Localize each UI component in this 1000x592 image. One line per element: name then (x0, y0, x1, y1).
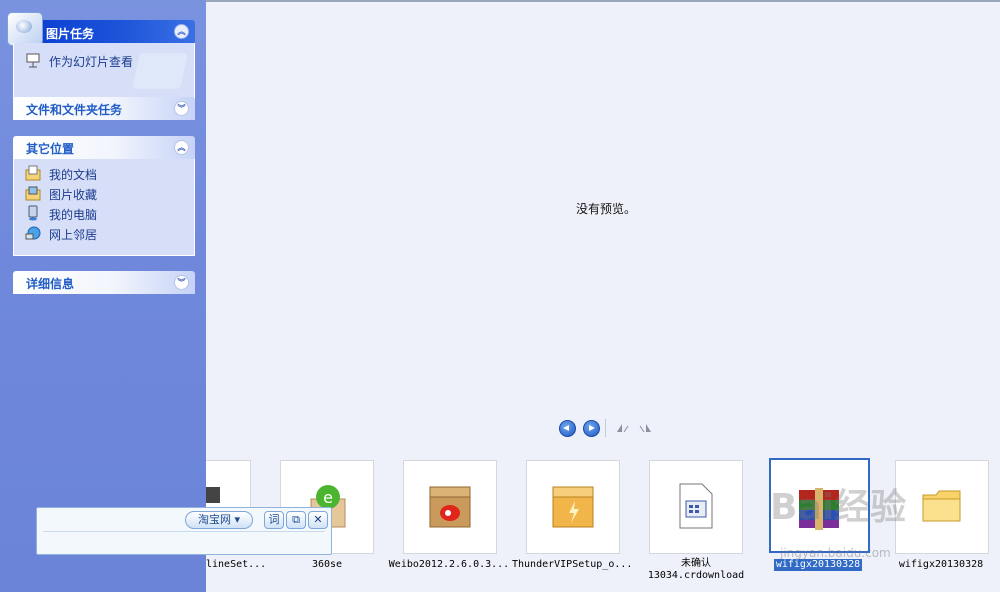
slideshow-icon (25, 52, 41, 68)
close-icon[interactable]: ✕ (308, 511, 328, 529)
thumbnail-3[interactable] (403, 460, 497, 554)
place-network[interactable]: 网上邻居 (14, 223, 194, 243)
floating-toolbar: 淘宝网 ▾ 词 ⧉ ✕ (36, 507, 332, 555)
place-label: 网上邻居 (49, 228, 98, 242)
place-label: 我的电脑 (49, 208, 98, 222)
taobao-dropdown[interactable]: 淘宝网 ▾ (185, 511, 253, 529)
thumbnail-caption[interactable]: Weibo2012.2.6.0.3... (388, 559, 510, 571)
my-documents-icon (25, 165, 41, 181)
details-header[interactable]: 详细信息 ︾ (13, 271, 195, 294)
dropdown-label: 淘宝网 (197, 513, 231, 526)
chevron-down-icon[interactable]: ︾ (174, 275, 189, 290)
place-label: 图片收藏 (49, 188, 98, 202)
thumbnail-6-selected[interactable] (769, 458, 870, 553)
file-tasks-header[interactable]: 文件和文件夹任务 ︾ (13, 97, 195, 120)
details-group: 详细信息 ︾ (13, 271, 195, 294)
top-border (206, 0, 1000, 2)
my-pictures-icon (25, 185, 41, 201)
thumbnail-4[interactable] (526, 460, 620, 554)
other-places-title: 其它位置 (26, 142, 75, 156)
rotate-counterclockwise-icon[interactable] (638, 420, 653, 435)
picture-tasks-group: 图片任务 ︽ 作为幻灯片查看 (7, 12, 195, 100)
picture-tasks-icon (7, 12, 43, 46)
place-my-documents[interactable]: 我的文档 (14, 163, 194, 183)
other-places-body: 我的文档 图片收藏 我的电脑 网上邻居 (13, 159, 195, 256)
file-tasks-group: 文件和文件夹任务 ︾ (13, 97, 195, 120)
chevron-down-icon: ▾ (234, 513, 241, 526)
file-tasks-title: 文件和文件夹任务 (26, 103, 123, 117)
caption-line-1: 未确认 (681, 558, 711, 569)
winrar-archive-icon (799, 488, 839, 530)
thumbnail-caption-selected[interactable]: wifigx20130328 (774, 559, 862, 571)
no-preview-message: 没有预览。 (576, 202, 637, 216)
toolbar-separator (605, 419, 606, 437)
other-places-header[interactable]: 其它位置 ︽ (13, 136, 195, 159)
picture-tasks-title: 图片任务 (46, 27, 95, 41)
thumbnail-5[interactable] (649, 460, 743, 554)
thumbnail-caption[interactable]: ThunderVIPSetup_o... (512, 559, 632, 571)
thumbnail-caption[interactable]: 未确认 13034.crdownload (640, 558, 752, 582)
place-label: 我的文档 (49, 168, 98, 182)
weibo-box-icon (429, 486, 471, 528)
copy-icon[interactable]: ⧉ (286, 511, 306, 529)
rotate-clockwise-icon[interactable] (615, 420, 630, 435)
task-item-label: 作为幻灯片查看 (49, 55, 134, 69)
caption-line-2: 13034.crdownload (647, 570, 745, 581)
previous-image-icon[interactable] (559, 420, 576, 437)
picture-tasks-body: 作为幻灯片查看 (13, 43, 195, 100)
place-my-computer[interactable]: 我的电脑 (14, 203, 194, 223)
chevron-down-icon[interactable]: ︾ (174, 101, 189, 116)
next-image-icon[interactable] (583, 420, 600, 437)
svg-text:e: e (323, 488, 333, 507)
network-places-icon (25, 225, 41, 241)
picture-tasks-header[interactable]: 图片任务 ︽ (7, 12, 195, 46)
chevron-up-icon[interactable]: ︽ (174, 24, 189, 39)
thumbnail-7[interactable] (895, 460, 989, 554)
thunder-box-icon (552, 486, 594, 528)
task-pane: 图片任务 ︽ 作为幻灯片查看 文件和文件夹任务 ︾ 其它位置 ︽ 我的文档 图片… (0, 0, 206, 592)
place-my-pictures[interactable]: 图片收藏 (14, 183, 194, 203)
dictionary-button[interactable]: 词 (264, 511, 284, 529)
thumbnail-caption[interactable]: wifigx20130328 (890, 559, 992, 571)
crdownload-file-icon (679, 483, 713, 529)
toolbar-divider (43, 531, 325, 532)
thumbnail-caption[interactable]: 360se (280, 559, 374, 571)
folder-icon (922, 490, 961, 522)
other-places-group: 其它位置 ︽ 我的文档 图片收藏 我的电脑 网上邻居 (13, 136, 195, 256)
details-title: 详细信息 (26, 277, 75, 291)
installer-icon (206, 487, 220, 503)
chevron-up-icon[interactable]: ︽ (174, 140, 189, 155)
task-item-slideshow[interactable]: 作为幻灯片查看 (14, 50, 194, 70)
thumbnail-caption[interactable]: lineSet... (206, 559, 266, 571)
my-computer-icon (25, 205, 41, 221)
